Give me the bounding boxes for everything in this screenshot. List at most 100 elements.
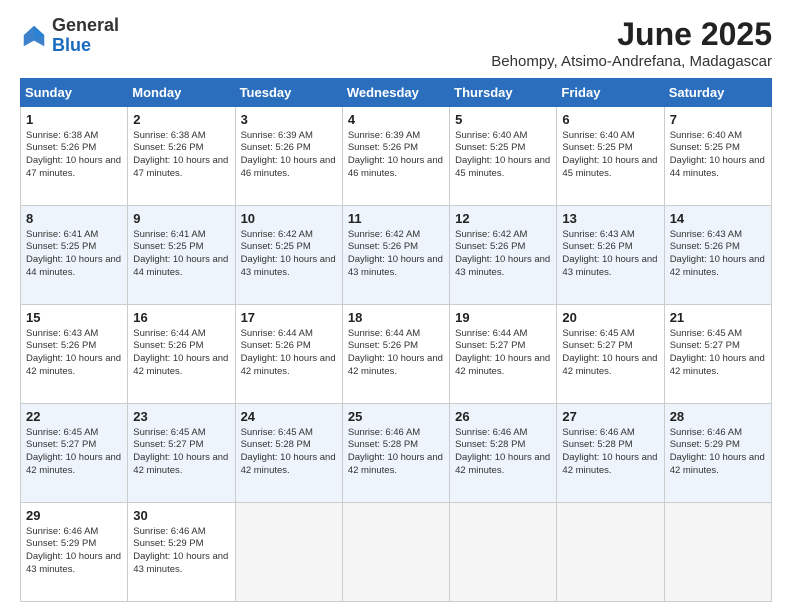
sunrise-label: Sunrise: 6:45 AM <box>562 328 634 339</box>
day-number: 9 <box>133 210 229 228</box>
sunset-label: Sunset: 5:26 PM <box>348 241 418 252</box>
day-number: 29 <box>26 507 122 525</box>
day-number: 26 <box>455 408 551 426</box>
table-row: 29Sunrise: 6:46 AMSunset: 5:29 PMDayligh… <box>21 503 128 602</box>
table-row: 30Sunrise: 6:46 AMSunset: 5:29 PMDayligh… <box>128 503 235 602</box>
sunrise-label: Sunrise: 6:45 AM <box>133 427 205 438</box>
logo-icon <box>20 22 48 50</box>
sunset-label: Sunset: 5:28 PM <box>562 439 632 450</box>
sunset-label: Sunset: 5:25 PM <box>26 241 96 252</box>
daylight-label: Daylight: 10 hours and 46 minutes. <box>348 155 443 179</box>
col-tuesday: Tuesday <box>235 79 342 107</box>
daylight-label: Daylight: 10 hours and 42 minutes. <box>670 452 765 476</box>
table-row: 6Sunrise: 6:40 AMSunset: 5:25 PMDaylight… <box>557 107 664 206</box>
table-row: 4Sunrise: 6:39 AMSunset: 5:26 PM Daylight… <box>342 107 449 206</box>
day-number: 15 <box>26 309 122 327</box>
day-number: 7 <box>670 111 766 129</box>
daylight-label: Daylight: 10 hours and 47 minutes. <box>133 155 228 179</box>
sunset-label: Sunset: 5:25 PM <box>133 241 203 252</box>
daylight-label: Daylight: 10 hours and 42 minutes. <box>562 452 657 476</box>
table-row: 16Sunrise: 6:44 AMSunset: 5:26 PMDayligh… <box>128 305 235 404</box>
col-wednesday: Wednesday <box>342 79 449 107</box>
sunset-label: Sunset: 5:28 PM <box>455 439 525 450</box>
day-number: 8 <box>26 210 122 228</box>
page: General Blue June 2025 Behompy, Atsimo-A… <box>0 0 792 612</box>
sunrise-label: Sunrise: 6:46 AM <box>562 427 634 438</box>
day-number: 14 <box>670 210 766 228</box>
daylight-label: Daylight: 10 hours and 42 minutes. <box>241 353 336 377</box>
table-row <box>557 503 664 602</box>
sunrise-label: Sunrise: 6:39 AM <box>241 130 313 141</box>
table-row: 17Sunrise: 6:44 AMSunset: 5:26 PMDayligh… <box>235 305 342 404</box>
day-number: 4 <box>348 111 444 129</box>
sunset-label: Sunset: 5:26 PM <box>133 340 203 351</box>
daylight-label: Daylight: 10 hours and 45 minutes. <box>562 155 657 179</box>
sunset-label: Sunset: 5:26 PM <box>562 241 632 252</box>
sunrise-label: Sunrise: 6:42 AM <box>348 229 420 240</box>
sunrise-label: Sunrise: 6:46 AM <box>348 427 420 438</box>
sunrise-label: Sunrise: 6:46 AM <box>26 526 98 537</box>
day-number: 6 <box>562 111 658 129</box>
sunset-label: Sunset: 5:25 PM <box>455 142 525 153</box>
table-row: 9Sunrise: 6:41 AMSunset: 5:25 PMDaylight… <box>128 206 235 305</box>
sunset-label: Sunset: 5:27 PM <box>562 340 632 351</box>
sunrise-label: Sunrise: 6:42 AM <box>241 229 313 240</box>
sunrise-label: Sunrise: 6:38 AM <box>26 130 98 141</box>
sunrise-label: Sunrise: 6:45 AM <box>241 427 313 438</box>
table-row <box>342 503 449 602</box>
header: General Blue June 2025 Behompy, Atsimo-A… <box>20 16 772 70</box>
day-number: 25 <box>348 408 444 426</box>
daylight-label: Daylight: 10 hours and 42 minutes. <box>241 452 336 476</box>
day-number: 11 <box>348 210 444 228</box>
day-number: 22 <box>26 408 122 426</box>
day-number: 5 <box>455 111 551 129</box>
sunset-label: Sunset: 5:26 PM <box>241 340 311 351</box>
sunrise-label: Sunrise: 6:46 AM <box>133 526 205 537</box>
daylight-label: Daylight: 10 hours and 42 minutes. <box>670 353 765 377</box>
sunset-label: Sunset: 5:26 PM <box>348 142 418 153</box>
col-friday: Friday <box>557 79 664 107</box>
table-row: 18Sunrise: 6:44 AMSunset: 5:26 PMDayligh… <box>342 305 449 404</box>
daylight-label: Daylight: 10 hours and 43 minutes. <box>26 551 121 575</box>
day-number: 30 <box>133 507 229 525</box>
table-row: 3Sunrise: 6:39 AMSunset: 5:26 PMDaylight… <box>235 107 342 206</box>
sunrise-label: Sunrise: 6:38 AM <box>133 130 205 141</box>
sunrise-label: Sunrise: 6:40 AM <box>670 130 742 141</box>
daylight-label: Daylight: 10 hours and 42 minutes. <box>670 254 765 278</box>
sunrise-label: Sunrise: 6:43 AM <box>26 328 98 339</box>
table-row: 2Sunrise: 6:38 AMSunset: 5:26 PMDaylight… <box>128 107 235 206</box>
calendar-week-row: 29Sunrise: 6:46 AMSunset: 5:29 PMDayligh… <box>21 503 772 602</box>
day-number: 21 <box>670 309 766 327</box>
table-row: 21Sunrise: 6:45 AMSunset: 5:27 PMDayligh… <box>664 305 771 404</box>
sunrise-label: Sunrise: 6:43 AM <box>670 229 742 240</box>
calendar-location: Behompy, Atsimo-Andrefana, Madagascar <box>491 53 772 70</box>
day-number: 17 <box>241 309 337 327</box>
daylight-label: Daylight: 10 hours and 42 minutes. <box>133 353 228 377</box>
col-sunday: Sunday <box>21 79 128 107</box>
table-row: 27Sunrise: 6:46 AMSunset: 5:28 PMDayligh… <box>557 404 664 503</box>
calendar-table: Sunday Monday Tuesday Wednesday Thursday… <box>20 78 772 602</box>
daylight-label: Daylight: 10 hours and 42 minutes. <box>133 452 228 476</box>
calendar-header-row: Sunday Monday Tuesday Wednesday Thursday… <box>21 79 772 107</box>
daylight-label: Daylight: 10 hours and 44 minutes. <box>26 254 121 278</box>
day-number: 19 <box>455 309 551 327</box>
daylight-label: Daylight: 10 hours and 46 minutes. <box>241 155 336 179</box>
day-number: 2 <box>133 111 229 129</box>
table-row: 20Sunrise: 6:45 AMSunset: 5:27 PMDayligh… <box>557 305 664 404</box>
title-block: June 2025 Behompy, Atsimo-Andrefana, Mad… <box>491 16 772 70</box>
logo: General Blue <box>20 16 119 56</box>
sunrise-label: Sunrise: 6:39 AM <box>348 130 420 141</box>
sunset-label: Sunset: 5:25 PM <box>562 142 632 153</box>
table-row <box>235 503 342 602</box>
sunset-label: Sunset: 5:27 PM <box>455 340 525 351</box>
daylight-label: Daylight: 10 hours and 43 minutes. <box>133 551 228 575</box>
daylight-label: Daylight: 10 hours and 42 minutes. <box>562 353 657 377</box>
day-number: 12 <box>455 210 551 228</box>
sunset-label: Sunset: 5:26 PM <box>26 340 96 351</box>
day-number: 28 <box>670 408 766 426</box>
calendar-week-row: 22Sunrise: 6:45 AMSunset: 5:27 PMDayligh… <box>21 404 772 503</box>
table-row: 5Sunrise: 6:40 AMSunset: 5:25 PMDaylight… <box>450 107 557 206</box>
sunset-label: Sunset: 5:29 PM <box>670 439 740 450</box>
sunset-label: Sunset: 5:26 PM <box>26 142 96 153</box>
table-row: 10Sunrise: 6:42 AMSunset: 5:25 PMDayligh… <box>235 206 342 305</box>
